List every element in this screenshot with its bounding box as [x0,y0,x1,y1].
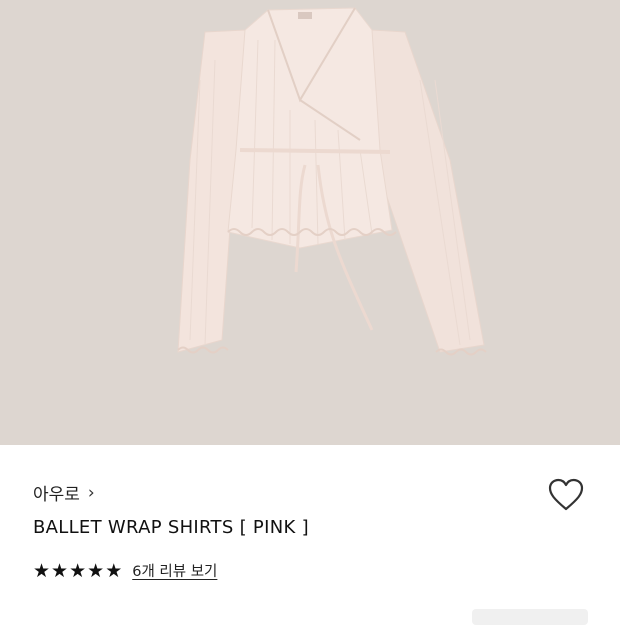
rating-stars: ★ ★ ★ ★ ★ [33,561,122,581]
heart-outline-icon[interactable] [547,477,585,513]
star-filled-icon: ★ [87,559,105,582]
product-title: BALLET WRAP SHIRTS [ PINK ] [33,517,309,538]
star-filled-icon: ★ [105,559,123,582]
star-filled-icon: ★ [69,559,87,582]
product-info-panel: 아우로 › BALLET WRAP SHIRTS [ PINK ] ★ ★ ★ … [0,445,620,625]
rating-row: ★ ★ ★ ★ ★ 6개 리뷰 보기 [33,560,217,581]
star-filled-icon: ★ [51,559,69,582]
brand-name: 아우로 [33,485,80,505]
view-reviews-link[interactable]: 6개 리뷰 보기 [132,560,217,581]
product-image[interactable] [0,0,620,445]
wrap-shirt-illustration [177,7,487,356]
chevron-right-icon: › [87,482,95,503]
garment-label [298,12,312,19]
star-filled-icon: ★ [33,559,51,582]
brand-link[interactable]: 아우로 › [33,480,95,506]
partial-button[interactable] [472,609,588,625]
